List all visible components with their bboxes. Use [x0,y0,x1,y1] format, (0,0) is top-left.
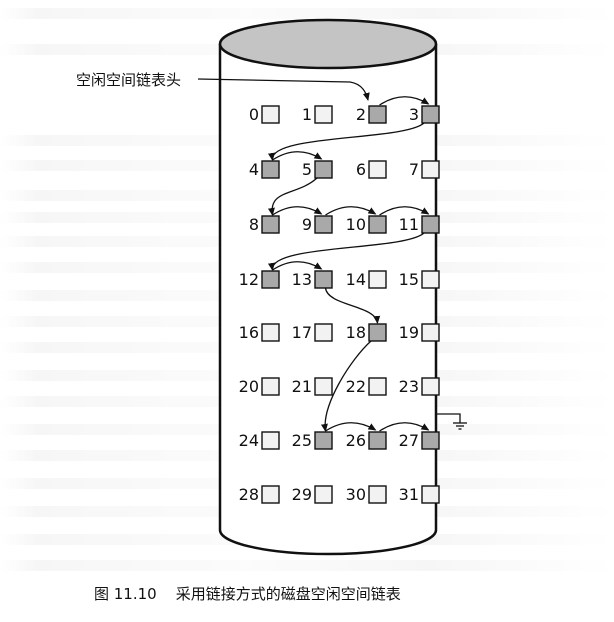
block-4-free [261,160,280,179]
block-11-free [421,215,440,234]
block-25-free [314,431,333,450]
block-number-label: 9 [302,215,312,234]
block-24-allocated [261,431,280,450]
block-12-free [261,270,280,289]
block-19-allocated [421,323,440,342]
block-number-label: 19 [399,323,419,342]
block-2-free [368,105,387,124]
block-number-label: 22 [346,377,366,396]
block-1-allocated [314,105,333,124]
block-number-label: 10 [346,215,366,234]
block-28-allocated [261,485,280,504]
block-number-label: 0 [249,105,259,124]
block-number-label: 25 [292,431,312,450]
block-31-allocated [421,485,440,504]
block-9-free [314,215,333,234]
block-number-label: 24 [239,431,259,450]
block-5-free [314,160,333,179]
block-7-allocated [421,160,440,179]
block-8-free [261,215,280,234]
block-number-label: 31 [399,485,419,504]
block-number-label: 6 [356,160,366,179]
block-number-label: 28 [239,485,259,504]
block-14-allocated [368,270,387,289]
block-number-label: 30 [346,485,366,504]
block-number-label: 21 [292,377,312,396]
block-10-free [368,215,387,234]
block-3-free [421,105,440,124]
block-number-label: 27 [399,431,419,450]
block-18-free [368,323,387,342]
null-terminator-symbol [437,413,467,430]
block-number-label: 26 [346,431,366,450]
block-number-label: 23 [399,377,419,396]
block-27-free [421,431,440,450]
block-number-label: 20 [239,377,259,396]
block-15-allocated [421,270,440,289]
block-number-label: 12 [239,270,259,289]
block-17-allocated [314,323,333,342]
disk-free-list-diagram: 空闲空间链表头 0 1 2 34 5 6 78 9 10 1112 13 14 1516 17 18 1920… [76,18,467,603]
block-30-allocated [368,485,387,504]
head-label: 空闲空间链表头 [76,71,181,89]
block-6-allocated [368,160,387,179]
block-number-label: 18 [346,323,366,342]
block-21-allocated [314,377,333,396]
figure-caption: 图 11.10 采用链接方式的磁盘空闲空间链表 [94,585,401,603]
block-number-label: 8 [249,215,259,234]
block-number-label: 4 [249,160,259,179]
block-22-allocated [368,377,387,396]
block-number-label: 16 [239,323,259,342]
block-13-free [314,270,333,289]
block-number-label: 11 [399,215,419,234]
block-number-label: 13 [292,270,312,289]
block-number-label: 3 [409,105,419,124]
block-0-allocated [261,105,280,124]
block-16-allocated [261,323,280,342]
block-number-label: 14 [346,270,366,289]
block-29-allocated [314,485,333,504]
block-20-allocated [261,377,280,396]
block-number-label: 15 [399,270,419,289]
block-number-label: 1 [302,105,312,124]
block-number-label: 2 [356,105,366,124]
block-26-free [368,431,387,450]
cylinder-top [218,18,438,70]
block-number-label: 5 [302,160,312,179]
block-number-label: 7 [409,160,419,179]
block-number-label: 29 [292,485,312,504]
block-23-allocated [421,377,440,396]
block-number-label: 17 [292,323,312,342]
figure-area: 空闲空间链表头 0 1 2 3 4 5 6 7 8 9 10 11 12 13 14 15 16 17 18 19 20… [0,0,614,622]
